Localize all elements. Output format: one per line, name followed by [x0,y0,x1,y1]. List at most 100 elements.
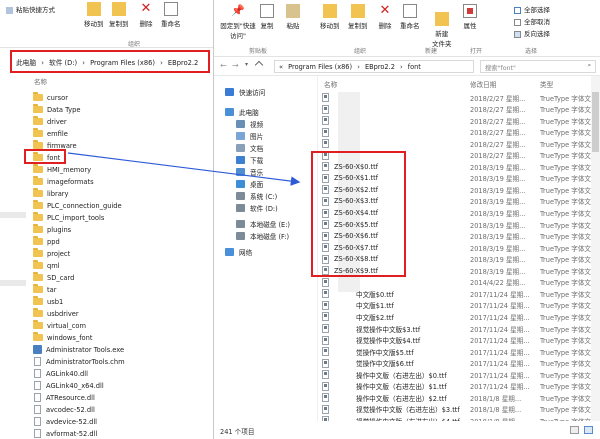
crumb-drive-d[interactable]: 软件 (D:) [49,59,77,67]
nav-item[interactable]: 快速访问 [225,86,265,98]
file-row[interactable]: 觉操作中文版$6.ttf 2017/11/24 星期... TrueType 字体文… [322,358,598,369]
file-item[interactable]: avformat-52.dll [33,428,97,439]
nav-item[interactable]: 图片 [236,130,263,142]
column-header-date[interactable]: 修改日期 [470,79,496,89]
invert-selection-button[interactable]: 反向选择 [514,28,550,38]
column-header-name[interactable]: 名称 [324,79,337,89]
file-item[interactable]: AGLink40_x64.dll [33,380,104,391]
folder-item[interactable]: imageformats [33,176,94,187]
crumb-ebpro[interactable]: EBpro2.2 [365,63,395,71]
right-address-bar[interactable]: « Program Files (x86) › EBpro2.2 › font [274,60,474,73]
crumb-program-files[interactable]: Program Files (x86) [288,63,352,71]
rename-button[interactable]: 重命名 [161,2,181,28]
left-column-name[interactable]: 名称 [34,76,47,86]
file-row[interactable]: 视觉操作中文版（右进左出）$3.ttf 2018/1/8 星期... TrueTyp… [322,404,598,415]
file-item[interactable]: avcodec-52.dll [33,404,95,415]
crumb-ebpro[interactable]: EBpro2.2 [168,59,198,67]
file-row[interactable]: 2018/2/27 星期... TrueType 字体文件 [322,138,598,149]
file-item[interactable]: AdministratorTools.chm [33,356,125,367]
copy-button[interactable]: 复制 [260,4,274,30]
file-item[interactable]: AGLink40.dll [33,368,88,379]
folder-item[interactable]: plugins [33,224,71,235]
folder-item[interactable]: cursor [33,92,68,103]
move-to-button[interactable]: 移动到 [84,2,104,28]
folder-item[interactable]: qml [33,260,60,271]
back-arrow-icon[interactable]: ← [220,61,227,70]
folder-item[interactable]: emfile [33,128,68,139]
file-item[interactable]: ATResource.dll [33,392,95,403]
folder-item[interactable]: driver [33,116,67,127]
delete-button[interactable]: ✕ 删除 [378,4,392,31]
vertical-scrollbar[interactable] [591,76,600,421]
folder-item[interactable]: project [33,248,70,259]
file-row[interactable]: 中文版$1.ttf 2017/11/24 星期... TrueType 字体文件 [322,300,598,311]
file-row[interactable]: 中文版$0.ttf 2017/11/24 星期... TrueType 字体文件 [322,288,598,299]
list-view-icon[interactable] [584,426,593,434]
nav-item[interactable]: 视频 [236,118,263,130]
forward-arrow-icon[interactable]: → [232,61,239,70]
rename-button[interactable]: 重命名 [400,4,420,30]
details-view-icon[interactable] [570,426,579,434]
up-arrow-icon[interactable] [254,60,264,70]
file-row[interactable]: 2018/2/27 星期... TrueType 字体文件 [322,115,598,126]
folder-item[interactable]: Data Type [33,104,80,115]
new-folder-button[interactable]: 新建 文件夹 [432,4,452,48]
nav-item[interactable]: 此电脑 [225,106,259,118]
folder-item[interactable]: PLC_connection_guide [33,200,122,211]
paste-button[interactable]: 粘贴 [286,4,300,30]
crumb-program-files[interactable]: Program Files (x86) [90,59,155,67]
folder-item[interactable]: windows_font [33,332,93,343]
folder-item[interactable]: library [33,188,69,199]
select-none-button[interactable]: 全部取消 [514,16,550,26]
file-row[interactable]: 中文版$2.ttf 2017/11/24 星期... TrueType 字体文件 [322,311,598,322]
recent-chevron-icon[interactable]: ▾ [245,61,248,68]
search-input[interactable]: 搜索"font" ⌕ [480,60,596,73]
file-row[interactable]: 视觉操作中文版$3.ttf 2017/11/24 星期... TrueType 字体… [322,323,598,334]
scroll-thumb[interactable] [592,92,599,152]
crumb-this-pc[interactable]: 此电脑 [16,59,36,67]
crumb-font[interactable]: font [408,63,421,71]
file-row[interactable]: 2018/2/27 星期... TrueType 字体文件 [322,104,598,115]
file-row[interactable]: 操作中文版（右进左出）$0.ttf 2017/11/24 星期... TrueTyp… [322,369,598,380]
left-address-bar[interactable]: 此电脑 › 软件 (D:) › Program Files (x86) › EB… [10,50,210,73]
file-row[interactable]: 2018/2/27 星期... TrueType 字体文件 [322,92,598,103]
nav-item[interactable]: 本地磁盘 (E:) [236,218,290,230]
copy-to-button[interactable]: 复制到 [109,2,129,28]
nav-item[interactable]: 文档 [236,142,263,154]
nav-item[interactable]: 音乐 [236,166,263,178]
folder-item[interactable]: usbdriver [33,308,79,319]
folder-item[interactable]: HMI_memory [33,164,91,175]
file-row[interactable]: 操作中文版（右进左出）$1.ttf 2017/11/24 星期... TrueTyp… [322,381,598,392]
folder-item[interactable]: tar [33,284,56,295]
delete-button[interactable]: ✕ 删除 [139,2,153,29]
nav-item[interactable]: 系统 (C:) [236,190,277,202]
file-item[interactable]: avdevice-52.dll [33,416,97,427]
move-to-button[interactable]: 移动到 [320,4,340,30]
properties-button[interactable]: 属性 [463,4,477,30]
nav-item[interactable]: 软件 (D:) [236,202,278,214]
nav-item[interactable]: 桌面 [236,178,263,190]
folder-item[interactable]: ppd [33,236,60,247]
file-item[interactable]: Administrator Tools.exe [33,344,124,355]
copy-to-button[interactable]: 复制到 [348,4,368,30]
nav-item[interactable]: 下载 [236,154,263,166]
select-all-button[interactable]: 全部选择 [514,4,550,14]
file-row[interactable]: 2018/2/27 星期... TrueType 字体文件 [322,127,598,138]
file-type: TrueType 字体文件 [540,348,598,357]
file-row[interactable]: 2014/4/22 星期... TrueType 字体文件 [322,277,598,288]
crumb-overflow[interactable]: « [279,63,283,71]
file-row[interactable]: 觉操作中文版$5.ttf 2017/11/24 星期... TrueType 字体文… [322,346,598,357]
nav-item[interactable]: 本地磁盘 (F:) [236,230,289,242]
item-label: library [47,189,69,198]
column-header-type[interactable]: 类型 [540,79,553,89]
folder-item[interactable]: SD_card [33,272,74,283]
folder-item[interactable]: PLC_import_tools [33,212,104,223]
file-name: 视觉操作中文版（右进左出）$3.ttf [356,406,460,415]
paste-shortcut-button[interactable]: 粘贴快捷方式 [6,4,55,14]
folder-item[interactable]: usb1 [33,296,63,307]
pin-quick-access-button[interactable]: 📌 固定到"快速访问" [218,4,258,40]
nav-item[interactable]: 网络 [225,246,252,258]
file-row[interactable]: 视觉操作中文版$4.ttf 2017/11/24 星期... TrueType 字体… [322,335,598,346]
file-row[interactable]: 操作中文版（右进左出）$2.ttf 2018/1/8 星期... TrueType … [322,392,598,403]
folder-item[interactable]: virtual_com [33,320,86,331]
